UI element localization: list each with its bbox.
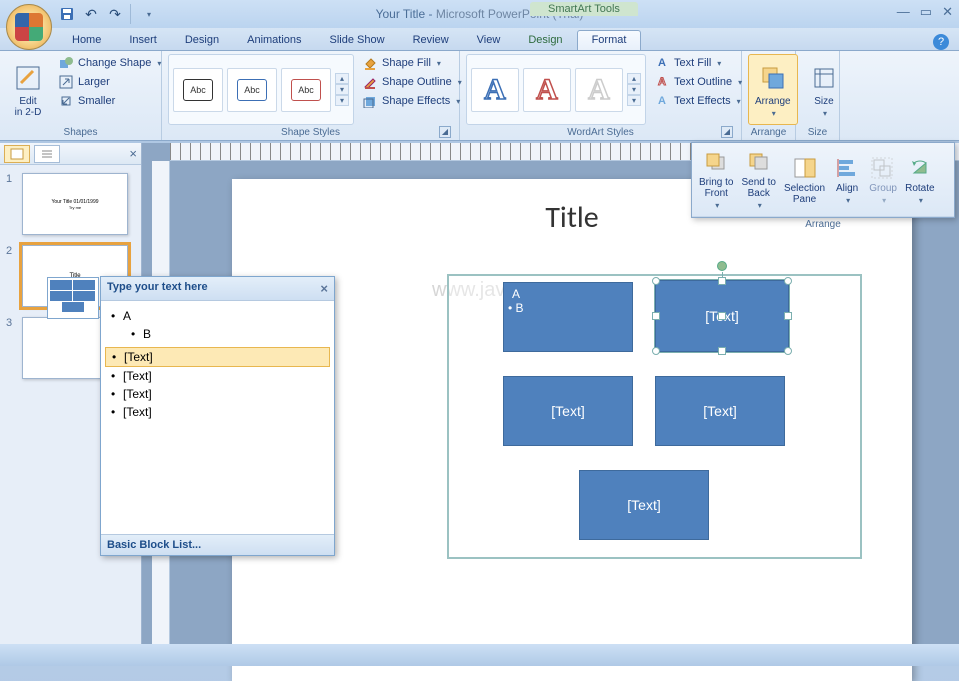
text-fill-button[interactable]: AText Fill — [650, 54, 746, 72]
text-pane-footer[interactable]: Basic Block List... — [101, 534, 334, 555]
tab-smartart-format[interactable]: Format — [577, 30, 642, 50]
tab-insert[interactable]: Insert — [115, 31, 171, 50]
arrange-icon — [757, 62, 789, 94]
slide-thumb-1[interactable]: Your Title 01/01/1999Try me — [22, 173, 128, 235]
text-outline-button[interactable]: AText Outline — [650, 73, 746, 91]
shape-fill-button[interactable]: Shape Fill — [358, 54, 466, 72]
title-bar: ↶ ↷ Your Title - Microsoft PowerPoint (T… — [0, 0, 959, 28]
group-button[interactable]: Group — [866, 147, 900, 212]
tab-view[interactable]: View — [463, 31, 515, 50]
rotate-handle-icon[interactable] — [717, 261, 727, 271]
minimize-button[interactable]: — — [897, 4, 910, 20]
text-pane-thumb-icon — [47, 277, 99, 319]
text-effects-icon: A — [654, 93, 670, 109]
slides-tab[interactable] — [4, 145, 30, 163]
text-pane-item[interactable]: A — [105, 307, 330, 325]
undo-icon[interactable]: ↶ — [82, 5, 100, 23]
panel-close-icon[interactable]: × — [129, 146, 137, 161]
gallery-down-icon[interactable]: ▾ — [335, 84, 349, 95]
smartart-block-3[interactable]: [Text] — [503, 376, 633, 446]
rotate-icon — [906, 155, 934, 181]
smartart-text-pane[interactable]: Type your text here × AB[Text][Text][Tex… — [100, 276, 335, 556]
change-shape-icon — [58, 55, 74, 71]
help-icon[interactable]: ? — [933, 34, 949, 50]
ribbon: Edit in 2-D Change Shape Larger Smaller … — [0, 51, 959, 141]
status-bar — [0, 644, 959, 666]
tab-animations[interactable]: Animations — [233, 31, 315, 50]
smartart-block-2[interactable]: [Text] — [655, 280, 789, 352]
text-fill-icon: A — [654, 55, 670, 71]
text-pane-title: Type your text here — [107, 281, 208, 296]
text-pane-item[interactable]: [Text] — [105, 385, 330, 403]
selection-pane-icon — [791, 155, 819, 181]
wordart-gallery[interactable]: A A A ▴▾▾ — [466, 54, 646, 125]
arrange-popup-label: Arrange — [692, 216, 954, 232]
edit-in-2d-button[interactable]: Edit in 2-D — [6, 54, 50, 125]
shape-style-gallery[interactable]: Abc Abc Abc ▴▾▾ — [168, 54, 354, 125]
dialog-launcher-icon[interactable]: ◢ — [439, 126, 451, 138]
smaller-button[interactable]: Smaller — [54, 92, 165, 110]
smaller-icon — [58, 93, 74, 109]
size-button[interactable]: Size — [802, 54, 846, 125]
quick-access-toolbar: ↶ ↷ — [58, 4, 157, 24]
qat-more-icon[interactable] — [139, 5, 157, 23]
outline-tab[interactable] — [34, 145, 60, 163]
gallery-up-icon[interactable]: ▴ — [335, 73, 349, 84]
restore-button[interactable]: ▭ — [920, 4, 932, 20]
size-icon — [808, 62, 840, 94]
text-effects-button[interactable]: AText Effects — [650, 92, 746, 110]
send-back-icon — [745, 149, 773, 175]
smartart-block-5[interactable]: [Text] — [579, 470, 709, 540]
text-pane-item[interactable]: [Text] — [105, 367, 330, 385]
larger-button[interactable]: Larger — [54, 73, 165, 91]
larger-icon — [58, 74, 74, 90]
redo-icon[interactable]: ↷ — [106, 5, 124, 23]
smartart-frame[interactable]: A• B [Text] [Text] [Text] [Text] — [447, 274, 862, 559]
change-shape-button[interactable]: Change Shape — [54, 54, 165, 72]
ribbon-tabs: Home Insert Design Animations Slide Show… — [0, 28, 959, 51]
gallery-more-icon[interactable]: ▾ — [335, 95, 349, 106]
tab-design[interactable]: Design — [171, 31, 233, 50]
text-pane-list[interactable]: AB[Text][Text][Text][Text] — [101, 301, 334, 534]
bring-to-front-button[interactable]: Bring to Front — [696, 147, 736, 212]
tab-slideshow[interactable]: Slide Show — [316, 31, 399, 50]
group-label-shape-styles: Shape Styles◢ — [168, 125, 453, 140]
text-pane-close-icon[interactable]: × — [320, 281, 328, 296]
align-icon — [833, 155, 861, 181]
tab-smartart-design[interactable]: Design — [514, 31, 576, 50]
smartart-block-4[interactable]: [Text] — [655, 376, 785, 446]
rotate-button[interactable]: Rotate — [902, 147, 937, 212]
smartart-block-1[interactable]: A• B — [503, 282, 633, 352]
shape-effects-button[interactable]: Shape Effects — [358, 92, 466, 110]
bring-front-icon — [702, 149, 730, 175]
arrange-button[interactable]: Arrange — [748, 54, 798, 125]
tab-home[interactable]: Home — [58, 31, 115, 50]
align-button[interactable]: Align — [830, 147, 864, 212]
close-button[interactable]: ✕ — [942, 4, 953, 20]
paint-bucket-icon — [362, 55, 378, 71]
office-button[interactable] — [6, 4, 52, 50]
group-label-shapes: Shapes — [6, 125, 155, 140]
edit-2d-icon — [12, 62, 44, 94]
save-icon[interactable] — [58, 5, 76, 23]
group-icon — [869, 155, 897, 181]
shape-outline-button[interactable]: Shape Outline — [358, 73, 466, 91]
group-label-wordart: WordArt Styles◢ — [466, 125, 735, 140]
contextual-tab-label: SmartArt Tools — [530, 2, 638, 16]
effects-icon — [362, 93, 378, 109]
text-outline-icon: A — [654, 74, 670, 90]
selection-pane-button[interactable]: Selection Pane — [781, 147, 828, 212]
arrange-dropdown-panel: Bring to Front Send to Back Selection Pa… — [691, 142, 955, 218]
tab-review[interactable]: Review — [399, 31, 463, 50]
send-to-back-button[interactable]: Send to Back — [738, 147, 778, 212]
text-pane-item[interactable]: [Text] — [105, 347, 330, 367]
text-pane-item[interactable]: [Text] — [105, 403, 330, 421]
pencil-icon — [362, 74, 378, 90]
text-pane-item[interactable]: B — [105, 325, 330, 343]
